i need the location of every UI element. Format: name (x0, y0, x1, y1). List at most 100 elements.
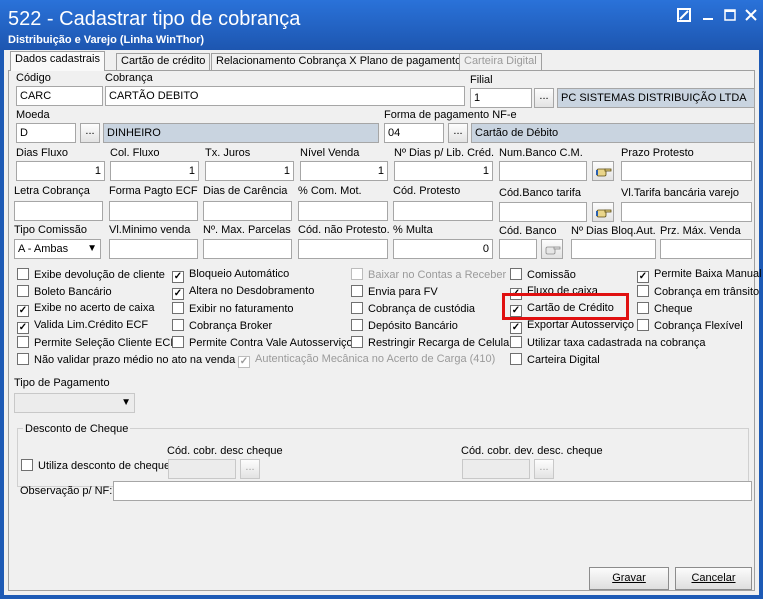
letra-cobranca-input[interactable] (14, 201, 103, 221)
restringir-recarga-celular-checkbox[interactable]: Restringir Recarga de Celular (351, 336, 513, 350)
moeda-description: DINHEIRO (103, 123, 379, 143)
observacao-input[interactable] (113, 481, 752, 501)
com-mot-label: % Com. Mot. (298, 185, 362, 197)
cobranca-flexivel-checkbox[interactable]: Cobrança Flexível (637, 319, 743, 333)
num-banco-cm-input[interactable] (499, 161, 587, 181)
checkbox-box (510, 268, 522, 280)
dialog-body: Dados cadastrais Cartão de crédito Relac… (4, 50, 762, 595)
envia-fv-checkbox[interactable]: Envia para FV (351, 285, 438, 299)
utiliza-desconto-cheque-checkbox[interactable]: Utiliza desconto de cheque (21, 459, 170, 473)
cod-cobr-dev-desc-cheque-input (462, 459, 530, 479)
num-banco-cm-label: Num.Banco C.M. (499, 147, 583, 159)
dias-lib-cred-input[interactable]: 1 (394, 161, 493, 181)
restore-icon[interactable] (676, 8, 692, 24)
tab-panel-dados-cadastrais: Código CARC Cobrança CARTÃO DEBITO Filia… (8, 70, 762, 591)
filial-input[interactable]: 1 (470, 88, 532, 108)
prz-max-venda-input[interactable] (660, 239, 752, 259)
prazo-protesto-input[interactable] (621, 161, 752, 181)
vl-minimo-venda-input[interactable] (109, 239, 198, 259)
dias-bloq-aut-input[interactable] (571, 239, 656, 259)
exibe-devolucao-cliente-checkbox[interactable]: Exibe devolução de cliente (17, 268, 165, 282)
filial-lookup-button[interactable]: ... (534, 88, 554, 108)
forma-pagamento-nfe-input[interactable]: 04 (384, 123, 444, 143)
tab-dados-cadastrais[interactable]: Dados cadastrais (10, 51, 105, 71)
carteira-digital-checkbox[interactable]: Carteira Digital (510, 353, 600, 367)
bloqueio-automatico-checkbox[interactable]: ✓ Bloqueio Automático (172, 268, 289, 283)
pointing-hand-icon[interactable] (592, 202, 614, 222)
fluxo-caixa-checkbox[interactable]: ✓ Fluxo de caixa (510, 285, 598, 300)
checkbox-box (351, 336, 363, 348)
exportar-autosservico-checkbox[interactable]: ✓ Exportar Autosserviço (510, 319, 634, 334)
cod-banco-tarifa-input[interactable] (499, 202, 587, 222)
pointing-hand-icon[interactable] (541, 239, 563, 259)
cheque-checkbox[interactable]: Cheque (637, 302, 693, 316)
dias-fluxo-input[interactable]: 1 (16, 161, 105, 181)
tipo-comissao-label: Tipo Comissão (14, 224, 87, 236)
dias-bloq-aut-label: Nº Dias Bloq.Aut. (571, 225, 656, 237)
cod-protesto-input[interactable] (393, 201, 493, 221)
utilizar-taxa-cadastrada-checkbox[interactable]: Utilizar taxa cadastrada na cobrança (510, 336, 706, 350)
prazo-protesto-label: Prazo Protesto (621, 147, 694, 159)
tipo-pagamento-select[interactable]: ▼ (14, 393, 135, 413)
checkbox-box: ✓ (510, 305, 522, 317)
checkbox-box (351, 268, 363, 280)
dias-lib-cred-label: Nº Dias p/ Lib. Créd. (394, 147, 494, 159)
comissao-checkbox[interactable]: Comissão (510, 268, 576, 282)
nao-validar-prazo-medio-checkbox[interactable]: Não validar prazo médio no ato na venda (17, 353, 235, 367)
gravar-button[interactable]: Gravar (589, 567, 669, 590)
exibir-faturamento-checkbox[interactable]: Exibir no faturamento (172, 302, 294, 316)
permite-selecao-cliente-ecf-checkbox[interactable]: Permite Seleção Cliente ECF (17, 336, 177, 350)
forma-pagamento-nfe-lookup-button[interactable]: ... (448, 123, 468, 143)
cod-banco-input[interactable] (499, 239, 537, 259)
vl-tarifa-bancaria-varejo-input[interactable] (621, 202, 752, 222)
col-fluxo-input[interactable]: 1 (110, 161, 199, 181)
dias-carencia-input[interactable] (203, 201, 292, 221)
desconto-cheque-group: Desconto de Cheque Utiliza desconto de c… (17, 423, 749, 487)
tipo-comissao-value: A - Ambas (18, 243, 69, 255)
tab-cartao-de-credito[interactable]: Cartão de crédito (116, 53, 211, 70)
checkbox-box: ✓ (510, 322, 522, 334)
com-mot-input[interactable] (298, 201, 388, 221)
forma-pagto-ecf-input[interactable] (109, 201, 198, 221)
minimize-icon[interactable] (700, 8, 716, 24)
deposito-bancario-checkbox[interactable]: Depósito Bancário (351, 319, 458, 333)
tipo-comissao-select[interactable]: A - Ambas ▼ (14, 239, 101, 259)
desconto-cheque-title: Desconto de Cheque (23, 423, 131, 436)
moeda-lookup-button[interactable]: ... (80, 123, 100, 143)
nivel-venda-input[interactable]: 1 (300, 161, 388, 181)
codigo-label: Código (16, 72, 51, 84)
moeda-input[interactable]: D (16, 123, 76, 143)
maximize-icon[interactable] (722, 8, 738, 24)
exibe-acerto-caixa-checkbox[interactable]: ✓ Exibe no acerto de caixa (17, 302, 154, 317)
cancelar-label: Cancelar (691, 572, 736, 584)
max-parcelas-input[interactable] (203, 239, 292, 259)
cod-cobr-desc-cheque-label: Cód. cobr. desc cheque (167, 445, 283, 457)
codigo-input[interactable]: CARC (16, 86, 103, 106)
checkbox-box: ✓ (172, 271, 184, 283)
pointing-hand-icon[interactable] (592, 161, 614, 181)
cod-nao-protesto-input[interactable] (298, 239, 388, 259)
cartao-credito-checkbox[interactable]: ✓ Cartão de Crédito (510, 302, 614, 317)
permite-contra-vale-checkbox[interactable]: Permite Contra Vale Autosserviço (172, 336, 353, 350)
moeda-label: Moeda (16, 109, 50, 121)
cobranca-broker-checkbox[interactable]: Cobrança Broker (172, 319, 272, 333)
cobranca-custodia-checkbox[interactable]: Cobrança de custódia (351, 302, 475, 316)
checkbox-box (351, 285, 363, 297)
tab-relacionamento[interactable]: Relacionamento Cobrança X Plano de pagam… (211, 53, 467, 70)
forma-pagamento-nfe-label: Forma de pagamento NF-e (384, 109, 517, 121)
cobranca-transito-checkbox[interactable]: Cobrança em trânsito (637, 285, 759, 299)
baixar-contas-receber-checkbox: Baixar no Contas a Receber (351, 268, 506, 282)
multa-input[interactable]: 0 (393, 239, 493, 259)
close-icon[interactable] (743, 8, 759, 24)
checkbox-box (351, 302, 363, 314)
cancelar-button[interactable]: Cancelar (675, 567, 752, 590)
altera-desdobramento-checkbox[interactable]: ✓ Altera no Desdobramento (172, 285, 314, 300)
boleto-bancario-checkbox[interactable]: Boleto Bancário (17, 285, 112, 299)
tx-juros-input[interactable]: 1 (205, 161, 294, 181)
gravar-label: Gravar (612, 572, 646, 584)
permite-baixa-manual-checkbox[interactable]: ✓ Permite Baixa Manual (637, 268, 762, 283)
multa-label: % Multa (393, 224, 433, 236)
valida-lim-credito-ecf-checkbox[interactable]: ✓ Valida Lim.Crédito ECF (17, 319, 148, 334)
cobranca-input[interactable]: CARTÃO DEBITO (105, 86, 465, 106)
window: 522 - Cadastrar tipo de cobrança Distrib… (0, 0, 763, 599)
